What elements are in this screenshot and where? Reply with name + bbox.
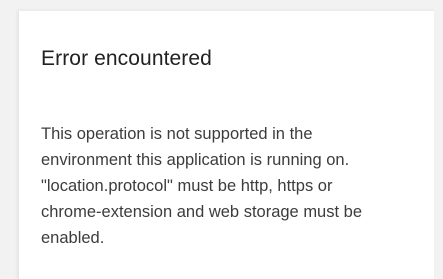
dialog-message-line: enabled. (41, 229, 105, 247)
dialog-title: Error encountered (41, 47, 212, 70)
dialog-message: This operation is not supported in the e… (41, 121, 421, 251)
dialog-message-line: This operation is not supported in the (41, 125, 313, 143)
dialog-message-line: chrome-extension and web storage must be (41, 203, 363, 221)
error-dialog: Error encountered This operation is not … (18, 10, 434, 279)
dialog-message-line: "location.protocol" must be http, https … (41, 177, 333, 195)
dialog-message-line: environment this application is running … (41, 151, 350, 169)
